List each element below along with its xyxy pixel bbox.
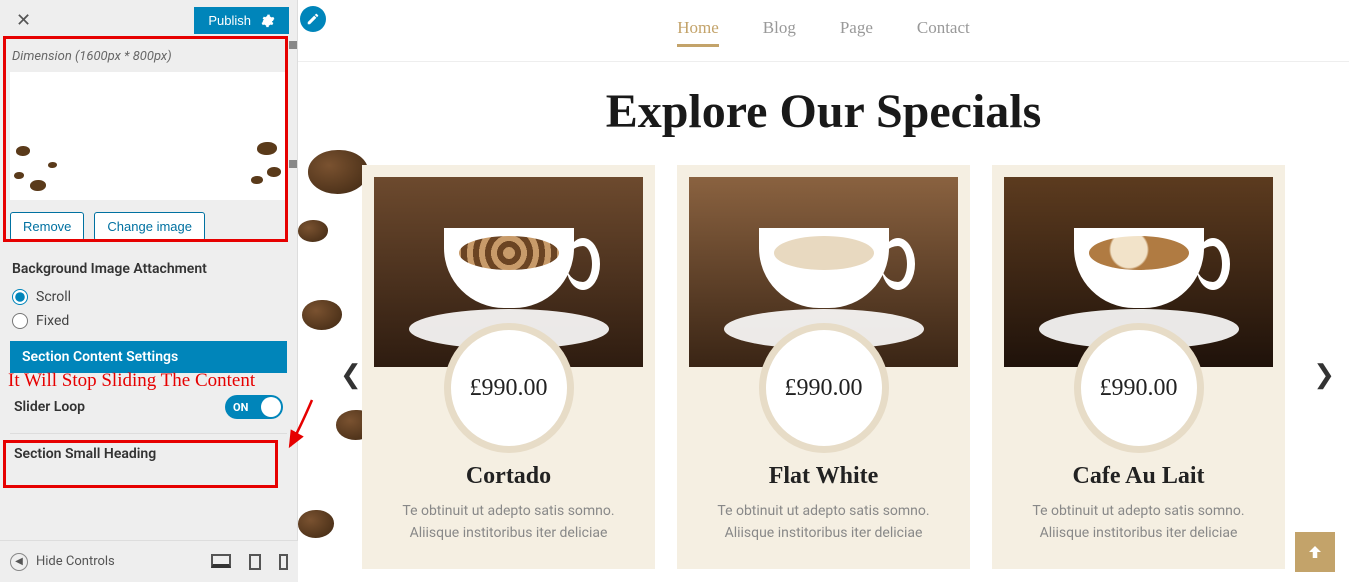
product-name: Cortado (374, 463, 643, 490)
product-desc: Te obtinuit ut adepto satis somno. Aliis… (689, 500, 958, 545)
product-name: Flat White (689, 463, 958, 490)
nav-home[interactable]: Home (677, 18, 719, 47)
radio-fixed-input[interactable] (12, 313, 28, 329)
product-name: Cafe Au Lait (1004, 463, 1273, 490)
product-card[interactable]: £990.00 Flat White Te obtinuit ut adepto… (677, 165, 970, 569)
site-nav: Home Blog Page Contact (298, 0, 1349, 62)
product-card[interactable]: £990.00 Cafe Au Lait Te obtinuit ut adep… (992, 165, 1285, 569)
publish-button[interactable]: Publish (194, 7, 289, 34)
slider-loop-toggle[interactable]: ON (225, 395, 283, 419)
toggle-knob (261, 397, 281, 417)
radio-scroll[interactable]: Scroll (10, 285, 287, 309)
slider-loop-state: ON (233, 401, 248, 414)
radio-fixed[interactable]: Fixed (10, 309, 287, 333)
scroll-indicator-mid (289, 160, 297, 168)
preview-pane: Home Blog Page Contact Explore Our Speci… (298, 0, 1349, 582)
customizer-sidebar: ✕ Publish Dimension (1600px * 800px) Rem… (0, 0, 298, 582)
hero-title: Explore Our Specials (298, 62, 1349, 165)
price-badge: £990.00 (759, 323, 889, 453)
product-desc: Te obtinuit ut adepto satis somno. Aliis… (374, 500, 643, 545)
nav-blog[interactable]: Blog (763, 18, 796, 47)
annotation-text: It Will Stop Sliding The Content (8, 370, 255, 392)
mobile-icon[interactable] (279, 554, 288, 570)
radio-fixed-label: Fixed (36, 313, 69, 329)
publish-button-label: Publish (208, 13, 251, 28)
hide-controls-label: Hide Controls (36, 554, 115, 569)
nav-page[interactable]: Page (840, 18, 873, 47)
remove-image-button[interactable]: Remove (10, 212, 84, 241)
image-button-row: Remove Change image (10, 208, 287, 249)
nav-contact[interactable]: Contact (917, 18, 970, 47)
pencil-icon (306, 12, 320, 26)
price-badge: £990.00 (1074, 323, 1204, 453)
slider-next-button[interactable]: ❯ (1313, 360, 1335, 390)
scroll-to-top-button[interactable] (1295, 532, 1335, 572)
annotation-arrow (282, 398, 322, 458)
chevron-left-icon: ◀ (10, 553, 28, 571)
radio-scroll-input[interactable] (12, 289, 28, 305)
tablet-icon[interactable] (249, 554, 261, 570)
change-image-button[interactable]: Change image (94, 212, 205, 241)
bg-attachment-heading: Background Image Attachment (10, 249, 287, 285)
scroll-indicator-top (289, 41, 297, 49)
gear-icon (261, 14, 275, 28)
section-content-settings-header[interactable]: Section Content Settings (10, 341, 287, 373)
radio-scroll-label: Scroll (36, 289, 71, 305)
dimension-hint: Dimension (1600px * 800px) (10, 41, 287, 72)
product-desc: Te obtinuit ut adepto satis somno. Aliis… (1004, 500, 1273, 545)
close-icon[interactable]: ✕ (8, 6, 39, 35)
sidebar-panel: Dimension (1600px * 800px) Remove Change… (0, 41, 297, 484)
sidebar-bottom-bar: ◀ Hide Controls (0, 540, 298, 582)
price-badge: £990.00 (444, 323, 574, 453)
slider-prev-button[interactable]: ❮ (340, 360, 362, 390)
product-cards: £990.00 Cortado Te obtinuit ut adepto sa… (298, 165, 1349, 569)
image-preview[interactable] (10, 72, 287, 200)
edit-shortcut-button[interactable] (300, 6, 326, 32)
slider-loop-label: Slider Loop (14, 399, 85, 415)
device-preview-icons (211, 554, 288, 570)
sidebar-top-bar: ✕ Publish (0, 0, 297, 41)
section-small-heading-accordion[interactable]: Section Small Heading (10, 433, 287, 474)
product-card[interactable]: £990.00 Cortado Te obtinuit ut adepto sa… (362, 165, 655, 569)
hide-controls-button[interactable]: ◀ Hide Controls (10, 553, 115, 571)
desktop-icon[interactable] (211, 554, 231, 568)
arrow-up-icon (1306, 543, 1324, 561)
